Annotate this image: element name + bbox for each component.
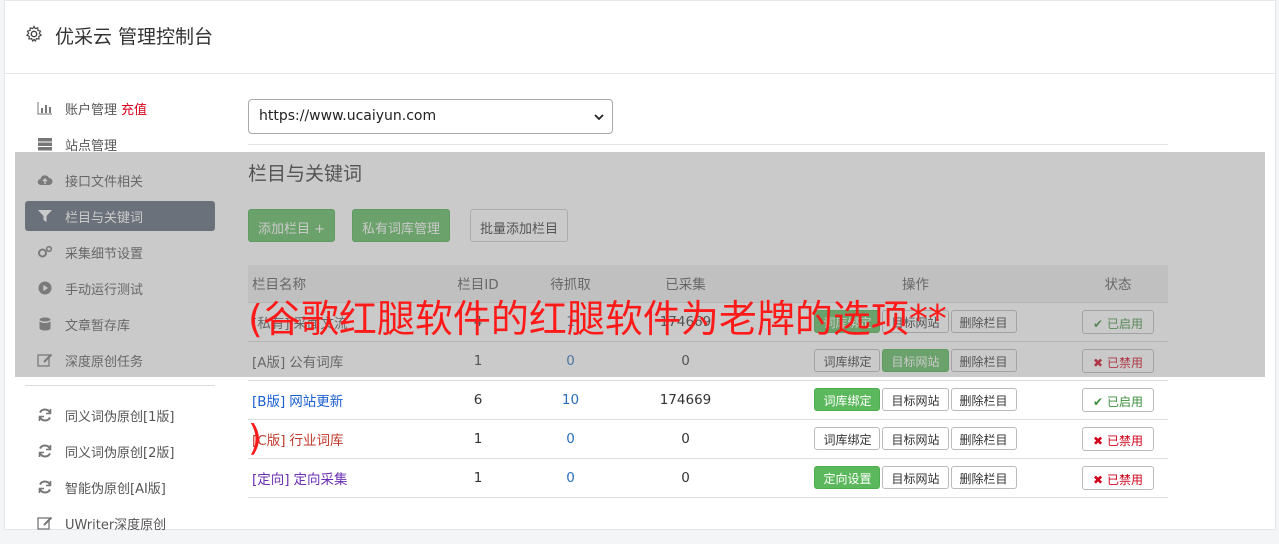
sidebar-item-label: UWriter深度原创 — [65, 518, 167, 533]
target-site-button[interactable]: 目标网站 — [882, 388, 949, 411]
bar-chart-icon — [37, 102, 52, 115]
sidebar-item-ai-rewrite[interactable]: 智能伪原创[AI版] — [25, 472, 215, 502]
sidebar-item-account[interactable]: 账户管理 充值 — [25, 93, 215, 123]
close-icon: ✖ — [1093, 433, 1104, 448]
column-name[interactable]: [定向] 定向采集 — [248, 458, 423, 498]
column-name[interactable]: [B版] 网站更新 — [248, 380, 423, 420]
gray-overlay — [15, 152, 1265, 377]
column-name[interactable]: [C版] 行业词库 — [248, 419, 423, 459]
sidebar-item-label: 账户管理 — [65, 103, 118, 118]
table-row: [C版] 行业词库 1 0 0 词库绑定 目标网站 删除栏目 ✖ 已禁用 — [248, 419, 1168, 459]
table-row: [定向] 定向采集 1 0 0 定向设置 目标网站 删除栏目 ✖ 已禁用 — [248, 458, 1168, 498]
sidebar-item-label: 智能伪原创[AI版] — [65, 482, 166, 497]
sidebar-divider — [25, 385, 215, 386]
sidebar-item-label: 同义词伪原创[1版] — [65, 410, 175, 425]
column-title: 行业词库 — [289, 432, 344, 449]
status-cell: ✖ 已禁用 — [1068, 458, 1168, 498]
status-label: 已禁用 — [1106, 472, 1143, 487]
pending-count[interactable]: 10 — [533, 380, 608, 420]
page-title: 优采云 管理控制台 — [55, 26, 214, 48]
pending-count[interactable]: 0 — [533, 458, 608, 498]
chevron-down-icon — [594, 114, 604, 121]
bind-lib-button[interactable]: 词库绑定 — [814, 388, 881, 411]
column-title: 定向采集 — [293, 471, 348, 488]
status-cell: ✔ 已启用 — [1068, 380, 1168, 420]
bind-lib-button[interactable]: 词库绑定 — [814, 427, 881, 450]
column-tag: [B版] — [252, 393, 286, 410]
row-actions: 词库绑定 目标网站 删除栏目 — [763, 380, 1068, 420]
watermark-text: (谷歌红腿软件的红腿软件为老牌的选项** — [248, 297, 947, 341]
status-cell: ✖ 已禁用 — [1068, 419, 1168, 459]
delete-column-button[interactable]: 删除栏目 — [950, 388, 1017, 411]
column-title: 网站更新 — [289, 393, 344, 410]
column-id: 1 — [423, 419, 533, 459]
target-site-button[interactable]: 目标网站 — [882, 466, 949, 489]
sidebar-item-synonym-v1[interactable]: 同义词伪原创[1版] — [25, 400, 215, 430]
row-actions: 词库绑定 目标网站 删除栏目 — [763, 419, 1068, 459]
status-toggle[interactable]: ✖ 已禁用 — [1082, 426, 1154, 451]
directed-settings-button[interactable]: 定向设置 — [814, 466, 881, 489]
row-actions: 定向设置 目标网站 删除栏目 — [763, 458, 1068, 498]
gear-icon — [25, 25, 43, 43]
site-select-value: https://www.ucaiyun.com — [259, 108, 437, 124]
divider — [248, 144, 1168, 145]
status-label: 已启用 — [1106, 394, 1143, 409]
watermark-text-2: ) — [248, 418, 263, 459]
target-site-button[interactable]: 目标网站 — [882, 427, 949, 450]
site-select[interactable]: https://www.ucaiyun.com — [248, 99, 613, 134]
collected-count: 174669 — [608, 380, 763, 420]
header: 优采云 管理控制台 — [5, 1, 1275, 74]
edit-icon — [37, 516, 53, 530]
sidebar-item-uwriter[interactable]: UWriter深度原创 — [25, 508, 215, 538]
table-row: [B版] 网站更新 6 10 174669 词库绑定 目标网站 删除栏目 ✔ 已启用 — [248, 380, 1168, 420]
refresh-icon — [38, 444, 52, 458]
column-id: 1 — [423, 458, 533, 498]
status-toggle[interactable]: ✔ 已启用 — [1082, 387, 1154, 412]
refresh-icon — [38, 480, 52, 494]
column-id: 6 — [423, 380, 533, 420]
recharge-link[interactable]: 充值 — [121, 103, 147, 118]
pending-count[interactable]: 0 — [533, 419, 608, 459]
sidebar-item-synonym-v2[interactable]: 同义词伪原创[2版] — [25, 436, 215, 466]
check-icon: ✔ — [1093, 394, 1104, 409]
delete-column-button[interactable]: 删除栏目 — [950, 466, 1017, 489]
delete-column-button[interactable]: 删除栏目 — [950, 427, 1017, 450]
collected-count: 0 — [608, 458, 763, 498]
status-toggle[interactable]: ✖ 已禁用 — [1082, 465, 1154, 490]
status-label: 已禁用 — [1106, 433, 1143, 448]
refresh-icon — [38, 408, 52, 422]
collected-count: 0 — [608, 419, 763, 459]
server-icon — [38, 138, 52, 151]
sidebar-item-label: 同义词伪原创[2版] — [65, 446, 175, 461]
column-tag: [定向] — [252, 471, 290, 488]
close-icon: ✖ — [1093, 472, 1104, 487]
